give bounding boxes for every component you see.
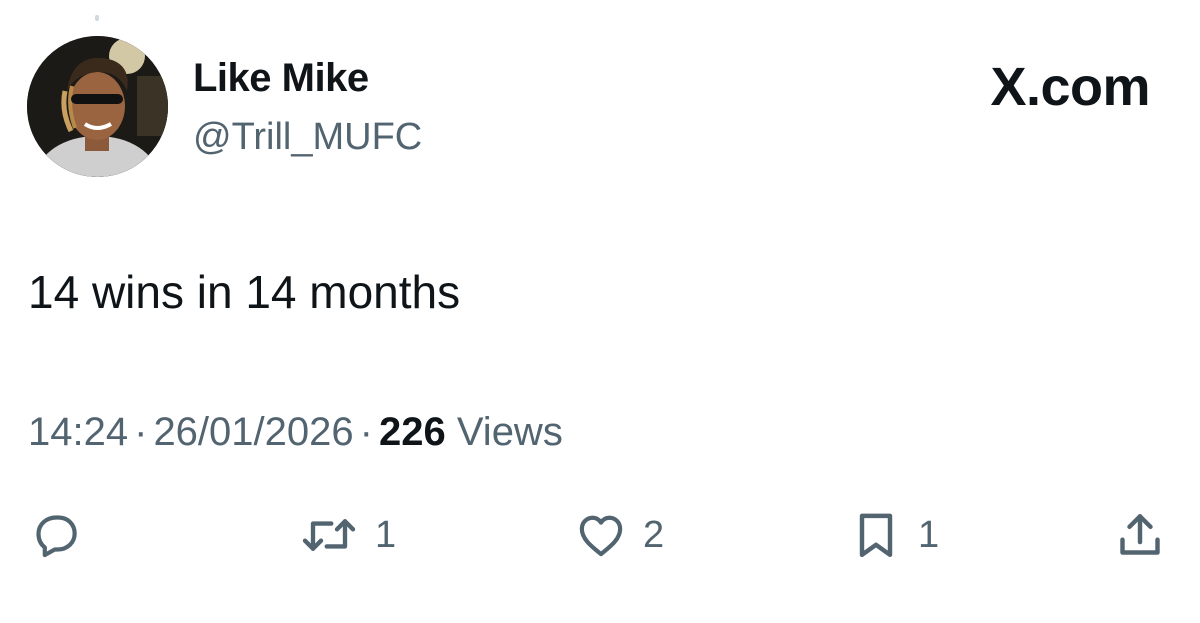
bookmark-button[interactable]: 1	[848, 505, 939, 565]
tweet-meta: 14:24 · 26/01/2026 · 226 Views	[28, 410, 563, 455]
avatar[interactable]	[27, 36, 168, 177]
views-count: 226	[378, 410, 446, 454]
bookmark-count: 1	[918, 513, 940, 556]
user-handle[interactable]: @Trill_MUFC	[193, 116, 422, 159]
tweet-text: 14 wins in 14 months	[28, 266, 461, 318]
retweet-icon	[302, 519, 356, 551]
share-button[interactable]	[1112, 505, 1168, 565]
retweet-button[interactable]: 1	[297, 505, 396, 565]
share-icon	[1120, 514, 1160, 555]
like-count: 2	[643, 513, 665, 556]
display-name[interactable]: Like Mike	[193, 56, 369, 101]
reply-icon	[36, 515, 77, 558]
reply-button[interactable]	[28, 505, 84, 565]
views-label: Views	[456, 410, 563, 454]
heart-icon	[579, 515, 623, 557]
like-button[interactable]: 2	[573, 505, 664, 565]
meta-separator: ·	[134, 410, 148, 454]
top-indicator-dot	[95, 15, 99, 21]
tweet-time[interactable]: 14:24	[28, 410, 128, 454]
brand-logo-text: X.com	[990, 57, 1150, 117]
avatar-image	[27, 36, 168, 177]
bookmark-icon	[859, 513, 893, 558]
tweet-actions: 1 2 1	[0, 505, 1200, 565]
tweet-date[interactable]: 26/01/2026	[153, 410, 353, 454]
meta-separator: ·	[359, 410, 373, 454]
retweet-count: 1	[375, 513, 397, 556]
